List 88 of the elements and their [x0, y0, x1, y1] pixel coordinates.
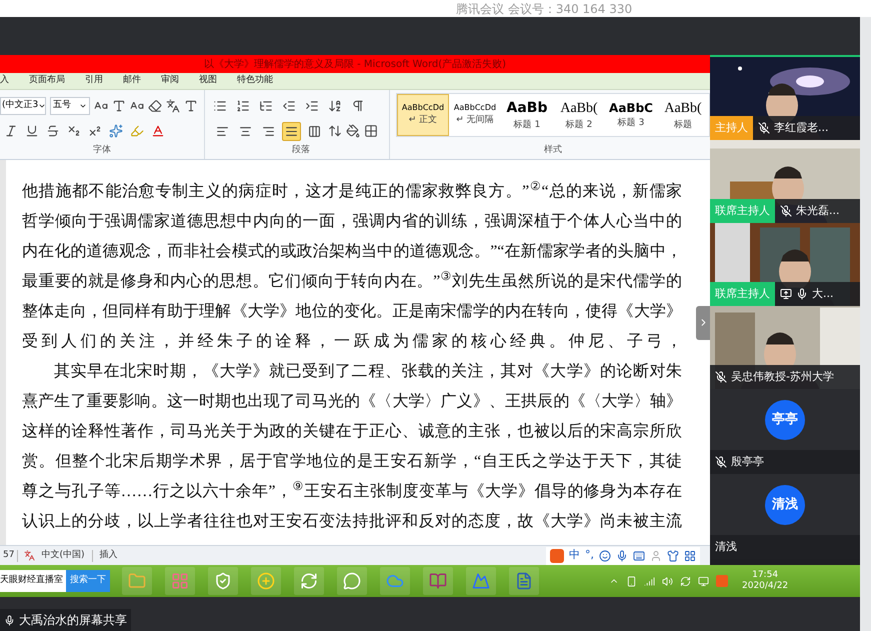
participant-name: 吴忠伟教授-苏州大学 — [731, 368, 834, 385]
keyboard-icon[interactable] — [633, 550, 645, 562]
menu-tab[interactable]: 审阅 — [161, 74, 179, 88]
outdent-icon[interactable] — [282, 99, 296, 113]
participant-name: 清浅 — [715, 538, 737, 555]
style-item[interactable]: AaBbC 标题 3 — [605, 94, 657, 136]
group-label: 样式 — [543, 144, 563, 156]
borders-icon[interactable] — [364, 124, 378, 138]
mic-icon[interactable] — [616, 550, 628, 562]
search-field[interactable]: 天眼财经直播室 — [0, 570, 66, 592]
style-item[interactable]: AaBb( 标题 — [657, 94, 709, 136]
sort-icon[interactable] — [328, 99, 342, 113]
font-size-field[interactable]: 五号 — [50, 97, 90, 115]
shirt-icon[interactable] — [667, 550, 679, 562]
chat-icon[interactable] — [337, 567, 367, 595]
meeting-title: 腾讯会议 会议号：340 164 330 — [456, 0, 632, 18]
refresh-icon[interactable] — [294, 567, 324, 595]
mic-icon — [4, 614, 15, 626]
mic-icon[interactable] — [796, 288, 808, 300]
input-method-toolbar[interactable]: 中 °, — [546, 546, 700, 564]
shield-icon[interactable] — [208, 567, 238, 595]
caret-icon — [79, 102, 87, 110]
signal-icon[interactable] — [644, 576, 655, 586]
side-panel-toggle[interactable] — [696, 306, 710, 340]
ime-status: 中 — [569, 547, 580, 564]
language-status[interactable]: 中文(中国) — [41, 548, 92, 562]
share-label: 大禹治水的屏幕共享 — [0, 609, 131, 631]
style-item[interactable]: AaBbCcDd ↵ 正文 — [397, 94, 449, 136]
role-tag: 联席主持人 — [710, 282, 775, 306]
font-name-field[interactable]: (中文正3 — [0, 97, 46, 115]
mic-muted-icon[interactable] — [715, 456, 727, 468]
menu-tab[interactable]: 入 — [0, 74, 9, 88]
shading-icon[interactable] — [346, 124, 360, 138]
participant-name: 朱光磊... — [796, 202, 840, 219]
underline-icon[interactable] — [25, 124, 39, 138]
word-title-bar: 以《大学》理解儒学的意义及局限 - Microsoft Word(产品激活失败) — [0, 55, 710, 73]
insert-mode[interactable]: 插入 — [93, 548, 124, 562]
subscript-icon[interactable] — [67, 124, 81, 138]
menu-tab[interactable]: 页面布局 — [29, 74, 65, 88]
ime-status: °, — [585, 547, 594, 564]
group-label: 段落 — [291, 144, 311, 156]
page-count: 57 — [2, 548, 16, 562]
paragraph: 其实早在北宋时期，《大学》就已受到了二程、张载的关注，其对《大学》的论断对朱 熹产生了重要影响。这一时期也出现了司马光的《〈大学〉广义》、王拱辰的《〈大学〉轴》 这样的诠释性著作，司马光关于为政的关键在于正心、诚意的主张，也被以后的宋高宗所欣 赏。但整个北宋后期学术界，居于官学地位的是王安石新学，“自王氏之学达于天下，其徒 尊之与孔子等……行之以六十余年”，$^{⑨}$王安石主张制度变革与《大学》倡导的修身为本存在 认识上的分歧，以上学者往往也对王安石变法持批评和反对的态度，故《大学》尚未被主流 — [22, 362, 682, 532]
menu-tab[interactable]: 视图 — [199, 74, 217, 88]
italic-icon[interactable] — [4, 124, 18, 138]
role-tag: 联席主持人 — [710, 199, 775, 223]
justify-icon[interactable] — [282, 122, 301, 140]
caret-icon — [38, 102, 46, 110]
style-item[interactable]: AaBb( 标题 2 — [553, 94, 605, 136]
font-color-icon[interactable] — [151, 124, 165, 138]
participant-name: 李红霞老... — [774, 120, 828, 136]
spellcheck-icon[interactable] — [24, 550, 36, 561]
menu-tab[interactable]: 邮件 — [123, 74, 141, 88]
numbering-icon[interactable] — [236, 99, 250, 113]
avatar: 亭亭 — [765, 400, 805, 440]
clock-time: 17:54 — [752, 570, 778, 581]
group-label: 字体 — [92, 144, 112, 156]
search-button[interactable]: 搜索一下 — [66, 570, 110, 592]
grid-icon[interactable] — [684, 550, 696, 562]
avatar: 清浅 — [765, 484, 805, 524]
clock-date: 2020/4/22 — [742, 581, 788, 592]
style-item[interactable]: AaBbCcDd ↵ 无间隔 — [449, 94, 501, 136]
mic-muted-icon[interactable] — [780, 205, 792, 217]
multilevel-list-icon[interactable] — [259, 99, 273, 113]
sync-icon[interactable] — [680, 576, 691, 586]
style-item[interactable]: AaBb 标题 1 — [501, 94, 553, 136]
paragraph: 他措施都不能治愈专制主义的病症时，这才是纯正的儒家救弊良方。”$^{②}$“总的来说，新儒家 哲学倾向于强调儒家道德思想中内向的一面，强调内省的训练，强调深植于个体人心当中的 内在化的道德观念，而非社会模式的或政治架构当中的道德观念。”“在新儒家学者的头脑中， 最重要的就是修身和内心的思想。它们倾向于转向内在。”$^{③}$刘先生虽然所说的是宋代儒学的 整体走向，但同样有助于理解《大学》地位的变化。正是南宋儒学的内在转向，使得《大学》 受到人们的关注，并经朱子的诠释，一跃成为儒家的核心经典。仲尼、子弓， — [22, 178, 682, 352]
book-icon[interactable] — [423, 567, 453, 595]
volume-icon[interactable] — [662, 576, 673, 586]
menu-tab[interactable]: 引用 — [85, 74, 103, 88]
menu-tab[interactable]: 特色功能 — [237, 74, 273, 88]
smile-icon[interactable] — [599, 550, 611, 562]
phone-icon[interactable] — [626, 576, 637, 586]
strikethrough-icon[interactable] — [46, 124, 60, 138]
tiles-icon[interactable] — [165, 567, 195, 595]
participant-name: 殷亭亭 — [731, 454, 764, 470]
superscript-icon[interactable] — [88, 124, 102, 138]
role-tag: 主持人 — [710, 116, 753, 140]
indent-icon[interactable] — [305, 99, 319, 113]
participant-name: 大... — [812, 286, 834, 302]
pilcrow-icon[interactable] — [351, 99, 365, 113]
monitor-icon[interactable] — [698, 576, 709, 586]
mic-muted-icon[interactable] — [715, 371, 727, 383]
clear-format-icon[interactable] — [148, 99, 162, 113]
line-spacing-icon[interactable] — [328, 124, 342, 138]
text-effect-icon[interactable] — [109, 124, 123, 138]
document-icon[interactable] — [509, 567, 539, 595]
mic-muted-icon[interactable] — [758, 122, 770, 134]
